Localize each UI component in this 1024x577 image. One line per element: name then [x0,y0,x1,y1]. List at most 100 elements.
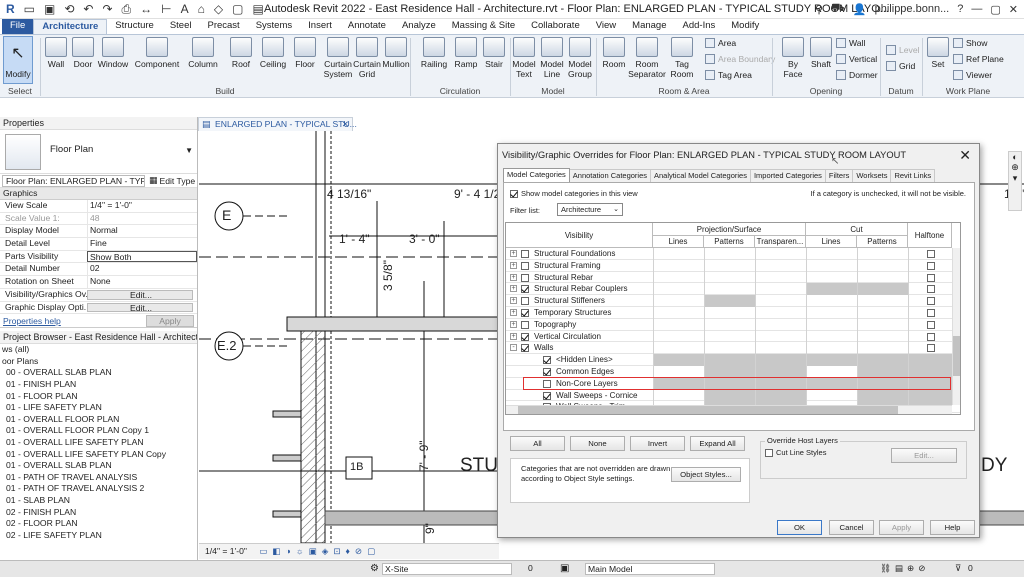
override-cell[interactable] [755,330,806,343]
dialog-close-icon[interactable]: ✕ [959,147,971,164]
override-cell[interactable] [755,377,806,390]
ribbon-tab-precast[interactable]: Precast [199,19,247,34]
invert-button[interactable]: Invert [630,436,685,451]
property-value[interactable]: Edit... [87,289,193,300]
vertical-scrollbar[interactable] [952,248,960,405]
browser-item[interactable]: 01 - OVERALL SLAB PLAN [0,460,197,472]
halftone-checkbox[interactable] [927,250,935,258]
switch-windows-icon[interactable]: ▤ [252,2,263,17]
category-row[interactable]: + Vertical Circulation [506,330,960,343]
override-cell[interactable] [857,259,908,272]
set-work-plane-button[interactable]: Set [926,37,950,69]
halftone-cell[interactable] [908,248,952,260]
component-button[interactable]: Component [132,37,182,69]
ribbon-tab-structure[interactable]: Structure [107,19,162,34]
stair-button[interactable]: Stair [480,37,508,69]
override-cell[interactable] [857,295,908,307]
ramp-button[interactable]: Ramp [452,37,480,69]
property-value[interactable]: 02 [87,263,197,276]
override-cell[interactable] [653,354,704,366]
property-value[interactable]: None [87,276,197,288]
override-cell[interactable] [857,318,908,331]
measure-icon[interactable]: ↔ [140,2,152,17]
override-cell[interactable] [653,307,704,319]
edit-type-button[interactable]: ▦ Edit Type [149,175,195,186]
category-visibility-checkbox[interactable] [543,379,551,388]
category-row[interactable]: + Structural Foundations [506,248,960,260]
halftone-cell[interactable] [908,318,952,331]
filter-icon[interactable]: ⊽ [955,563,961,574]
minimize-icon[interactable]: — [971,3,982,15]
tag-room-button[interactable]: Tag Room [668,37,696,79]
override-cell[interactable] [806,307,857,319]
override-cell[interactable] [806,295,857,307]
opening-dormer-button[interactable]: Dormer [836,70,878,80]
override-cell[interactable] [806,283,857,296]
user-name[interactable]: philippe.bonn... [875,3,950,15]
category-visibility-checkbox[interactable] [521,250,529,258]
3d-view-icon[interactable]: ⌂ [198,2,205,17]
cut-line-styles-checkbox[interactable] [765,448,773,457]
all-button[interactable]: All [510,436,565,451]
property-row-visibility-graphics-ov-[interactable]: Visibility/Graphics Ov... Edit... [0,289,197,302]
halftone-checkbox[interactable] [927,320,935,329]
override-cell[interactable] [653,271,704,284]
override-cell[interactable] [857,330,908,343]
halftone-cell[interactable] [908,366,952,378]
browser-item[interactable]: 01 - OVERALL LIFE SAFETY PLAN [0,437,197,449]
override-cell[interactable] [755,283,806,296]
override-cell[interactable] [653,259,704,272]
sub-column-header[interactable]: Transparen... [755,236,806,248]
override-cell[interactable] [857,283,908,296]
model-line-button[interactable]: Model Line [538,37,566,79]
none-button[interactable]: None [570,436,625,451]
category-visibility-checkbox[interactable] [521,261,529,270]
sync-icon[interactable]: ⟲ [64,2,74,17]
property-value[interactable]: Normal [87,225,197,238]
object-styles-button[interactable]: Object Styles... [671,467,741,482]
category-visibility-checkbox[interactable] [543,391,551,400]
override-cell[interactable] [653,330,704,343]
halftone-cell[interactable] [908,377,952,390]
show-button[interactable]: Show [953,38,988,48]
active-workset[interactable]: X-Site [382,563,512,575]
room-button[interactable]: Room [600,37,628,69]
sub-column-header[interactable]: Lines [653,236,704,248]
sub-column-header[interactable]: Patterns [857,236,908,248]
category-row[interactable]: + Topography [506,318,960,331]
expand-icon[interactable]: + [510,285,517,293]
revit-logo-icon[interactable]: R [6,2,15,17]
ribbon-tab-add-ins[interactable]: Add-Ins [675,19,724,34]
halftone-checkbox[interactable] [927,273,935,282]
cart-icon[interactable]: ⛟ [831,2,845,16]
category-visibility-checkbox[interactable] [521,297,529,306]
help-icon[interactable]: ? [957,3,963,15]
browser-item[interactable]: 01 - OVERALL LIFE SAFETY PLAN Copy [0,449,197,461]
open-icon[interactable]: ▭ [24,2,35,17]
ribbon-tab-file[interactable]: File [2,19,34,34]
override-cell[interactable] [806,271,857,284]
collapse-icon[interactable]: - [510,344,517,352]
floor-button[interactable]: Floor [292,37,318,69]
property-value[interactable]: Edit... [87,302,193,313]
override-cell[interactable] [704,259,755,272]
dialog-tab-imported-categories[interactable]: Imported Categories [749,169,826,182]
ribbon-tab-view[interactable]: View [588,19,624,34]
property-row-detail-level[interactable]: Detail Level Fine [0,238,197,251]
property-value[interactable]: Show Both [87,250,197,263]
expand-icon[interactable]: + [510,332,517,340]
override-cell[interactable] [653,283,704,296]
override-cell[interactable] [704,295,755,307]
override-cell[interactable] [857,377,908,390]
browser-item[interactable]: ws (all) [0,344,197,356]
property-row-parts-visibility[interactable]: Parts Visibility Show Both [0,250,197,264]
close-view-icon[interactable]: ✕ [342,118,349,130]
apply-button[interactable]: Apply [879,520,924,535]
ref-plane-button[interactable]: Ref Plane [953,54,1004,64]
override-cell[interactable] [806,377,857,390]
override-cell[interactable] [857,342,908,355]
halftone-cell[interactable] [908,389,952,402]
override-cell[interactable] [755,307,806,319]
dialog-tab-analytical-model-categories[interactable]: Analytical Model Categories [650,169,751,182]
browser-item[interactable]: 02 - LIFE SAFETY PLAN [0,530,197,542]
